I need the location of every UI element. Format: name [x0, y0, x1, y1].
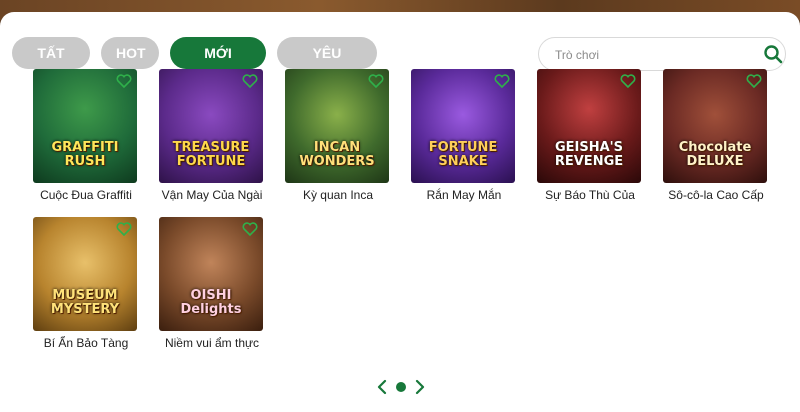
game-label: Niềm vui ẩm thực: [164, 336, 260, 350]
game-card[interactable]: GEISHA'S REVENGE Sự Báo Thù Của: [537, 69, 643, 202]
search-input[interactable]: [553, 44, 757, 66]
game-thumbnail: GEISHA'S REVENGE: [537, 69, 641, 183]
game-card[interactable]: Chocolate DELUXE Sô-cô-la Cao Cấp: [663, 69, 769, 202]
game-thumbnail-title: INCAN WONDERS: [299, 140, 375, 169]
game-label: Cuộc Đua Graffiti: [40, 188, 132, 202]
game-thumbnail-title: OISHI Delights: [180, 288, 242, 317]
tab-hot[interactable]: HOT: [101, 37, 159, 69]
chevron-right-icon[interactable]: [414, 379, 426, 395]
game-thumbnail-title: GRAFFITI RUSH: [51, 140, 119, 169]
heart-icon[interactable]: [368, 73, 384, 89]
game-thumbnail: MUSEUM MYSTERY: [33, 217, 137, 331]
tab-all[interactable]: TẤT CẢ: [12, 37, 90, 93]
game-card[interactable]: MUSEUM MYSTERY Bí Ẩn Bảo Tàng: [33, 217, 139, 350]
search-icon[interactable]: [763, 44, 783, 64]
game-label: Vận May Của Ngài: [161, 188, 263, 202]
game-thumbnail-title: FORTUNE SNAKE: [428, 140, 498, 169]
game-thumbnail-title: GEISHA'S REVENGE: [554, 140, 624, 169]
page-dot-active[interactable]: [396, 382, 406, 392]
heart-icon[interactable]: [116, 221, 132, 237]
heart-icon[interactable]: [116, 73, 132, 89]
game-thumbnail: Chocolate DELUXE: [663, 69, 767, 183]
game-thumbnail: OISHI Delights: [159, 217, 263, 331]
game-label: Rắn May Mắn: [426, 188, 502, 202]
tab-favorites[interactable]: YÊU THÍCH: [277, 37, 377, 93]
game-label: Kỳ quan Inca: [302, 188, 374, 202]
game-thumbnail: INCAN WONDERS: [285, 69, 389, 183]
game-thumbnail: GRAFFITI RUSH: [33, 69, 137, 183]
game-thumbnail-title: MUSEUM MYSTERY: [50, 288, 120, 317]
heart-icon[interactable]: [242, 73, 258, 89]
game-card[interactable]: TREASURE FORTUNE Vận May Của Ngài: [159, 69, 265, 202]
game-card[interactable]: INCAN WONDERS Kỳ quan Inca: [285, 69, 391, 202]
game-thumbnail-title: TREASURE FORTUNE: [172, 140, 250, 169]
heart-icon[interactable]: [494, 73, 510, 89]
tab-newest[interactable]: MỚI NHẤT: [170, 37, 266, 93]
game-thumbnail: FORTUNE SNAKE: [411, 69, 515, 183]
pagination: [376, 379, 426, 395]
search-box: [538, 37, 786, 71]
heart-icon[interactable]: [242, 221, 258, 237]
game-label: Bí Ẩn Bảo Tàng: [43, 336, 129, 350]
game-thumbnail-title: Chocolate DELUXE: [678, 140, 752, 169]
category-tabs: TẤT CẢ HOT MỚI NHẤT YÊU THÍCH: [12, 37, 377, 93]
game-card[interactable]: OISHI Delights Niềm vui ẩm thực: [159, 217, 265, 350]
heart-icon[interactable]: [746, 73, 762, 89]
game-label: Sô-cô-la Cao Cấp: [668, 188, 764, 202]
heart-icon[interactable]: [620, 73, 636, 89]
game-card[interactable]: GRAFFITI RUSH Cuộc Đua Graffiti: [33, 69, 139, 202]
game-label: Sự Báo Thù Của: [545, 188, 635, 202]
chevron-left-icon[interactable]: [376, 379, 388, 395]
game-card[interactable]: FORTUNE SNAKE Rắn May Mắn: [411, 69, 517, 202]
game-thumbnail: TREASURE FORTUNE: [159, 69, 263, 183]
